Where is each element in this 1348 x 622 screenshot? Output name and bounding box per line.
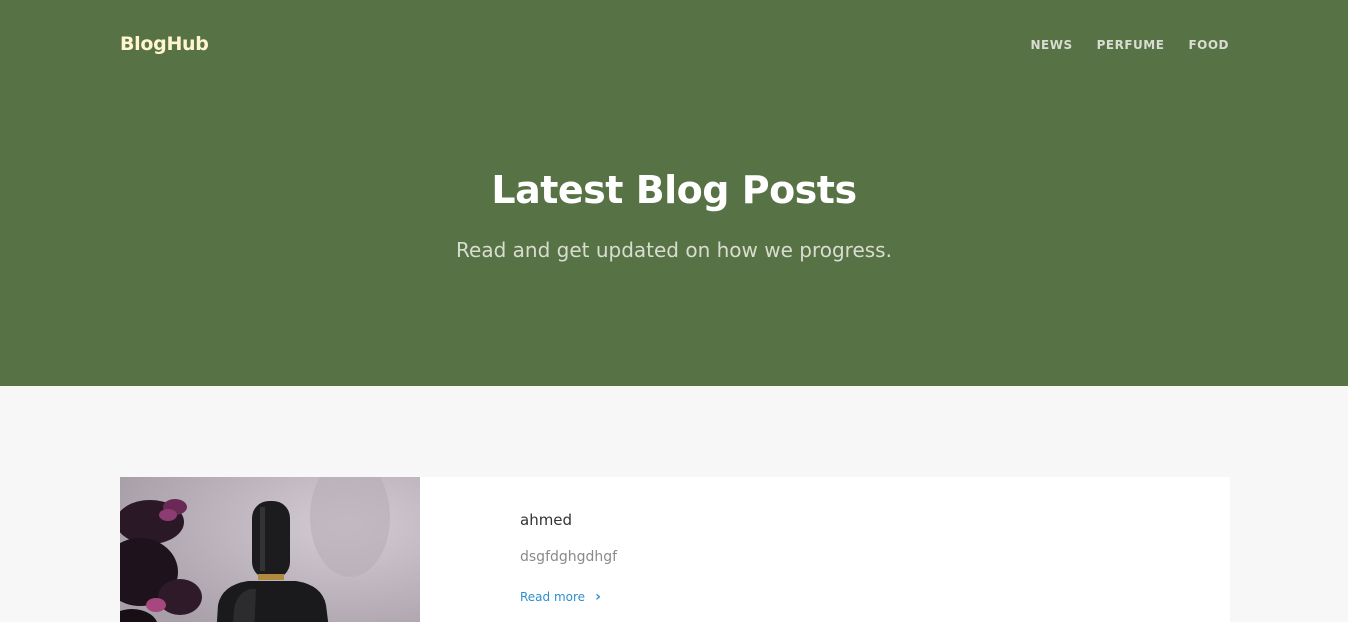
nav-link-perfume[interactable]: PERFUME bbox=[1097, 38, 1165, 52]
post-image[interactable] bbox=[120, 477, 420, 622]
read-more-link[interactable]: Read more › bbox=[520, 589, 601, 605]
hero-section: BlogHub NEWS PERFUME FOOD Latest Blog Po… bbox=[0, 0, 1348, 386]
page-title: Latest Blog Posts bbox=[491, 168, 857, 212]
post-title[interactable]: ahmed bbox=[520, 511, 617, 529]
post-excerpt: dsgfdghgdhgf bbox=[520, 549, 618, 565]
nav-link-food[interactable]: FOOD bbox=[1188, 38, 1229, 52]
read-more-label: Read more bbox=[520, 590, 586, 604]
post-body: ahmed dsgfdghgdhgf Read more › bbox=[520, 511, 617, 606]
brand-logo[interactable]: BlogHub bbox=[120, 33, 209, 55]
post-card: ahmed dsgfdghgdhgf Read more › bbox=[120, 477, 1230, 622]
page-subtitle: Read and get updated on how we progress. bbox=[456, 238, 892, 262]
perfume-bottle-illustration bbox=[120, 477, 420, 622]
chevron-right-icon: › bbox=[595, 589, 601, 605]
main-nav: NEWS PERFUME FOOD bbox=[1031, 38, 1230, 52]
nav-link-news[interactable]: NEWS bbox=[1031, 38, 1073, 52]
